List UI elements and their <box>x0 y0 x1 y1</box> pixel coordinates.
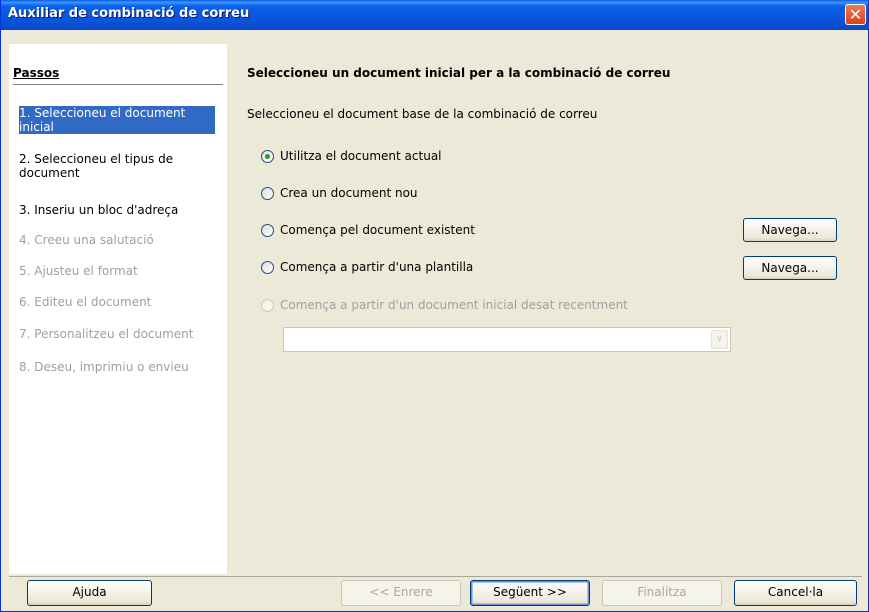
dialog-title: Auxiliar de combinació de correu <box>8 6 250 21</box>
radio-icon <box>261 299 274 312</box>
steps-panel: Passos 1. Seleccioneu el document inicia… <box>9 44 227 574</box>
cancel-button[interactable]: Cancel·la <box>734 580 857 606</box>
option-label: Comença a partir d'una plantilla <box>280 260 474 274</box>
recent-documents-dropdown: ∨ <box>283 327 731 352</box>
step-content-panel: Seleccioneu un document inicial per a la… <box>227 44 868 574</box>
close-button[interactable]: ✕ <box>845 4 866 25</box>
finish-button: Finalitza <box>602 580 722 606</box>
step-item-5: 5. Ajusteu el format <box>19 264 138 278</box>
step-item-7: 7. Personalitzeu el document <box>19 327 194 341</box>
radio-icon[interactable] <box>261 261 274 274</box>
browse-template-button[interactable]: Navega... <box>743 256 837 280</box>
steps-title: Passos <box>13 66 60 80</box>
page-description: Seleccioneu el document base de la combi… <box>247 107 598 121</box>
step-item-8: 8. Deseu, imprimiu o envieu <box>19 360 189 374</box>
steps-divider <box>13 84 223 85</box>
option-label: Comença a partir d'un document inicial d… <box>280 298 628 312</box>
mail-merge-wizard-dialog: Auxiliar de combinació de correu ✕ Passo… <box>0 0 869 612</box>
option-label: Utilitza el document actual <box>280 149 442 163</box>
radio-icon[interactable] <box>261 224 274 237</box>
close-icon: ✕ <box>848 5 863 24</box>
footer-divider <box>9 576 862 577</box>
step-item-3[interactable]: 3. Inseriu un bloc d'adreça <box>19 203 215 217</box>
step-item-4: 4. Creeu una salutació <box>19 233 154 247</box>
page-heading: Seleccioneu un document inicial per a la… <box>247 66 671 80</box>
title-bar[interactable]: Auxiliar de combinació de correu ✕ <box>1 0 868 30</box>
step-item-6: 6. Editeu el document <box>19 295 152 309</box>
step-item-2[interactable]: 2. Seleccioneu el tipus de document <box>19 152 215 180</box>
option-label: Crea un document nou <box>280 186 418 200</box>
back-button: << Enrere <box>341 580 461 606</box>
radio-icon[interactable] <box>261 187 274 200</box>
help-button[interactable]: Ajuda <box>27 580 152 606</box>
step-item-1[interactable]: 1. Seleccioneu el document inicial <box>19 106 215 134</box>
chevron-down-icon: ∨ <box>711 330 728 349</box>
next-button[interactable]: Següent >> <box>470 580 590 606</box>
option-label: Comença pel document existent <box>280 223 475 237</box>
browse-existing-button[interactable]: Navega... <box>743 218 837 242</box>
radio-selected-icon[interactable] <box>261 150 274 163</box>
